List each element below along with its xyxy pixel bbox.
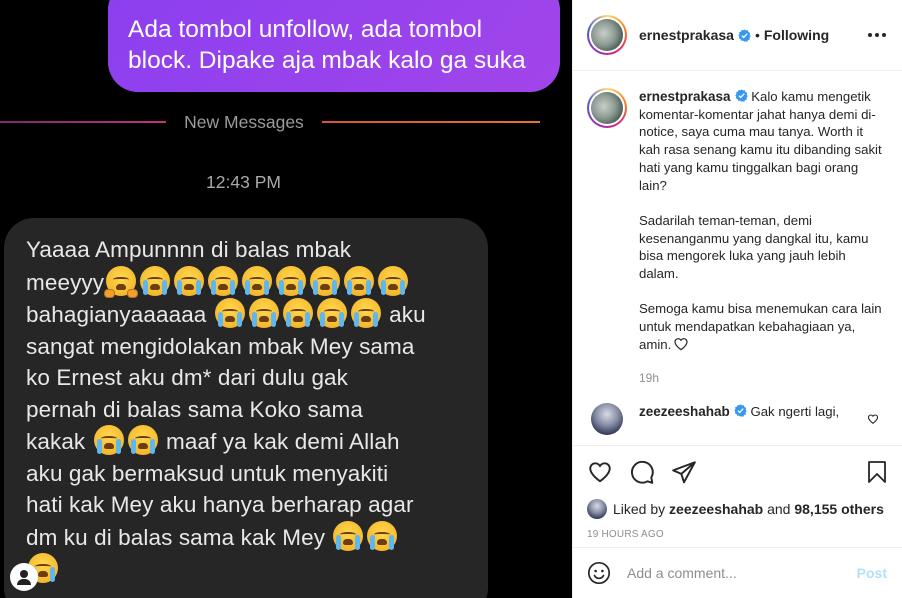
post-comment-button[interactable]: Post bbox=[857, 565, 887, 581]
divider-line bbox=[322, 121, 540, 123]
incoming-line: hati kak Mey aku hanya berharap agar bbox=[26, 489, 466, 521]
liker-avatar[interactable] bbox=[587, 499, 607, 519]
caption-text: Sadarilah teman-teman, demi kesenanganmu… bbox=[639, 212, 869, 282]
caption-avatar[interactable] bbox=[587, 88, 627, 128]
commenter-username[interactable]: zeezeeshahab bbox=[639, 404, 730, 419]
incoming-text: dm ku di balas sama kak Mey bbox=[26, 524, 326, 550]
caption-text: Semoga kamu bisa menemukan cara lain unt… bbox=[639, 300, 883, 353]
like-comment-heart-icon[interactable] bbox=[867, 413, 879, 425]
new-messages-label: New Messages bbox=[184, 112, 304, 132]
post-image[interactable]: Ada tombol unfollow, ada tombol block. D… bbox=[0, 0, 572, 598]
incoming-text: pernah di balas sama Koko sama bbox=[26, 396, 363, 422]
crying-face-emoji bbox=[310, 265, 341, 296]
incoming-line: ko Ernest aku dm* dari dulu gak bbox=[26, 362, 466, 394]
post-caption: ernestprakasa Kalo kamu mengetik komenta… bbox=[587, 88, 887, 387]
action-icons bbox=[587, 458, 889, 486]
add-comment-bar: Post bbox=[573, 547, 902, 598]
crying-face-emoji bbox=[282, 298, 313, 328]
commenter-avatar[interactable] bbox=[591, 403, 623, 436]
crying-face-emoji bbox=[333, 520, 364, 551]
crying-face-emoji bbox=[242, 265, 273, 296]
post-timestamp[interactable]: 19 HOURS AGO bbox=[587, 529, 889, 540]
author-avatar[interactable] bbox=[587, 15, 627, 55]
divider-line bbox=[0, 121, 166, 123]
incoming-line: kakak maaf ya kak demi Allah bbox=[26, 425, 466, 458]
incoming-text: aku gak bermaksud untuk menyakiti bbox=[26, 460, 389, 486]
incoming-line: pernah di balas sama Koko sama bbox=[26, 394, 466, 426]
crying-face-emoji bbox=[214, 298, 245, 328]
verified-badge-icon bbox=[734, 404, 747, 417]
crying-face-emoji bbox=[344, 265, 375, 296]
crying-face-emoji bbox=[140, 265, 171, 296]
comment-input[interactable] bbox=[627, 565, 857, 581]
bookmark-icon[interactable] bbox=[865, 459, 889, 485]
following-button[interactable]: Following bbox=[764, 27, 829, 43]
incoming-text: bahagianyaaaaaa bbox=[26, 302, 207, 327]
crying-face-emoji bbox=[350, 298, 381, 328]
tagged-user-icon[interactable] bbox=[10, 563, 38, 591]
crying-face-emoji bbox=[174, 265, 205, 296]
incoming-line: meeyyy bbox=[26, 265, 466, 299]
crying-face-emoji bbox=[248, 298, 279, 328]
likes-summary: Liked by zeezeeshahab and 98,155 others bbox=[587, 499, 889, 519]
incoming-line: sangat mengidolakan mbak Mey sama bbox=[26, 331, 466, 363]
post-details-panel: ernestprakasa • Following ernestprakasa … bbox=[572, 0, 902, 598]
caption-age: 19h bbox=[639, 370, 660, 385]
comment-icon[interactable] bbox=[629, 459, 655, 485]
incoming-line: dm ku di balas sama kak Mey bbox=[26, 520, 466, 554]
crying-face-emoji bbox=[127, 425, 158, 455]
incoming-text: maaf ya kak demi Allah bbox=[166, 429, 400, 454]
post-header: ernestprakasa • Following bbox=[573, 0, 902, 71]
caption-body: ernestprakasa Kalo kamu mengetik komenta… bbox=[639, 88, 883, 387]
incoming-line: aku gak bermaksud untuk menyakiti bbox=[26, 458, 466, 490]
crying-face-emoji bbox=[367, 520, 398, 551]
comment-item: zeezeeshahab Gak ngerti lagi, bbox=[587, 403, 887, 436]
incoming-text: Yaaaa Ampunnnn di balas mbak bbox=[26, 237, 352, 262]
incoming-text: aku bbox=[389, 302, 426, 327]
outgoing-message-bubble: Ada tombol unfollow, ada tombol block. D… bbox=[108, 0, 560, 92]
message-timestamp: 12:43 PM bbox=[206, 172, 281, 192]
incoming-line: Yaaaa Ampunnnn di balas mbak bbox=[26, 234, 466, 266]
crying-face-emoji bbox=[93, 425, 124, 455]
incoming-line bbox=[26, 553, 466, 586]
verified-badge-icon bbox=[738, 28, 751, 42]
post-actions: Liked by zeezeeshahab and 98,155 others … bbox=[573, 445, 902, 540]
crying-face-emoji bbox=[316, 298, 347, 328]
outgoing-message-line: block. Dipake aja mbak kalo ga suka bbox=[128, 47, 526, 74]
caption-text: Kalo kamu mengetik komentar-komentar jah… bbox=[639, 89, 882, 193]
crying-face-emoji bbox=[276, 265, 307, 296]
heart-icon[interactable] bbox=[587, 459, 613, 485]
incoming-text: hati kak Mey aku hanya berharap agar bbox=[26, 492, 414, 517]
caption-username[interactable]: ernestprakasa bbox=[639, 89, 731, 104]
incoming-text: kakak bbox=[26, 429, 86, 454]
separator-dot: • bbox=[754, 27, 760, 43]
likes-others-count[interactable]: 98,155 others bbox=[794, 501, 884, 517]
hugging-face-emoji bbox=[104, 265, 139, 298]
incoming-line: bahagianyaaaaaa aku bbox=[26, 298, 466, 331]
verified-badge-icon bbox=[734, 89, 748, 102]
comment-body: zeezeeshahab Gak ngerti lagi, bbox=[639, 403, 839, 435]
likes-prefix: Liked by bbox=[613, 501, 666, 517]
more-options-icon[interactable] bbox=[868, 27, 886, 43]
incoming-text: sangat mengidolakan mbak Mey sama bbox=[26, 333, 415, 359]
incoming-text: ko Ernest aku dm* dari dulu gak bbox=[26, 365, 349, 390]
liker-username[interactable]: zeezeeshahab bbox=[669, 501, 763, 517]
incoming-text: meeyyy bbox=[26, 269, 105, 295]
share-icon[interactable] bbox=[671, 459, 697, 485]
new-messages-divider: New Messages bbox=[0, 110, 572, 134]
incoming-message-bubble: Yaaaa Ampunnnn di balas mbak meeyyy baha… bbox=[4, 218, 488, 598]
likes-and: and bbox=[767, 501, 791, 517]
emoji-icon[interactable] bbox=[587, 561, 611, 585]
comment-text: Gak ngerti lagi, bbox=[750, 404, 840, 420]
author-username[interactable]: ernestprakasa bbox=[639, 27, 734, 43]
crying-face-emoji bbox=[208, 265, 239, 296]
heart-emoji-icon bbox=[674, 337, 688, 351]
outgoing-message-line: Ada tombol unfollow, ada tombol bbox=[128, 16, 483, 43]
comments-section[interactable]: ernestprakasa Kalo kamu mengetik komenta… bbox=[573, 72, 902, 444]
crying-face-emoji bbox=[378, 265, 409, 296]
